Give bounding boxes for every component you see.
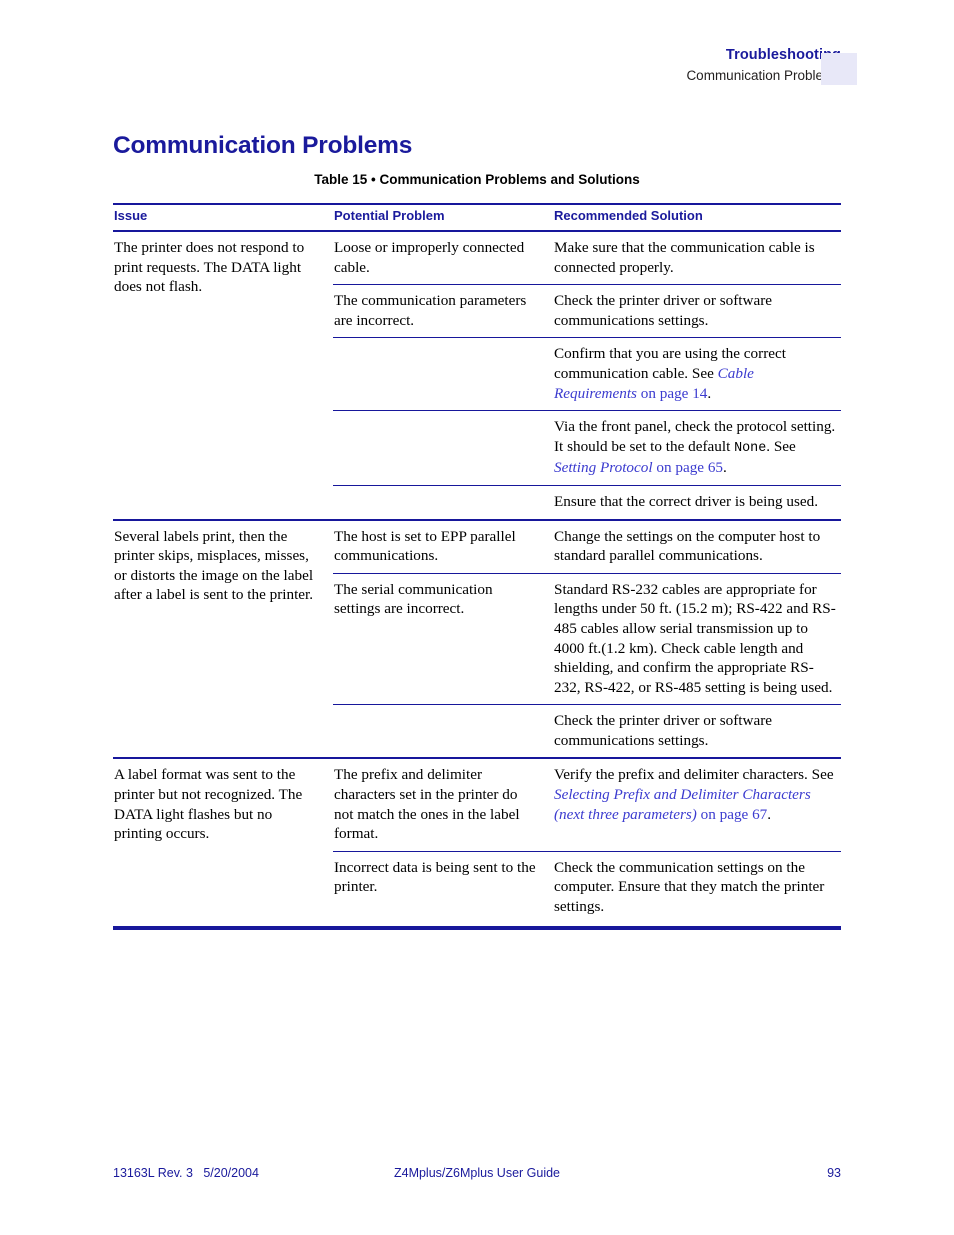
footer-guide-title: Z4Mplus/Z6Mplus User Guide xyxy=(393,1166,561,1180)
table-bottom-rule xyxy=(113,926,841,930)
cross-reference-page-link[interactable]: on page 65 xyxy=(653,459,723,476)
page-title: Communication Problems xyxy=(113,132,413,160)
cell-potential-problem: The prefix and delimiter characters set … xyxy=(333,757,553,852)
table-row: A label format was sent to the printer b… xyxy=(113,757,841,924)
cross-reference-link[interactable]: Selecting Prefix and Delimiter Character… xyxy=(554,786,811,823)
cell-potential-problem: The serial communication settings are in… xyxy=(333,572,553,705)
cell-potential-problem xyxy=(333,484,553,520)
cell-issue: The printer does not respond to print re… xyxy=(114,239,305,296)
cell-potential-problem: Loose or improperly connected cable. xyxy=(334,239,525,276)
cell-issue: A label format was sent to the printer b… xyxy=(113,757,333,924)
table-body: The printer does not respond to print re… xyxy=(113,231,841,924)
cell-potential-problem xyxy=(333,337,553,411)
header-chapter-title: Troubleshooting xyxy=(725,47,841,63)
header-section-title: Communication Problems xyxy=(686,68,841,83)
cell-recommended-solution: Make sure that the communication cable i… xyxy=(554,239,815,276)
cross-reference-page-link[interactable]: on page 14 xyxy=(637,385,708,402)
inline-code: None xyxy=(734,440,767,456)
cross-reference-link[interactable]: Setting Protocol xyxy=(554,459,653,476)
column-header-recommended-solution: Recommended Solution xyxy=(553,203,841,232)
cell-recommended-solution: Check the communication settings on the … xyxy=(553,850,841,924)
cell-recommended-solution: Check the printer driver or software com… xyxy=(553,704,841,759)
cell-recommended-solution: Confirm that you are using the correct c… xyxy=(553,337,841,411)
cell-recommended-solution: Via the front panel, check the protocol … xyxy=(553,410,841,486)
cell-potential-problem: The host is set to EPP parallel communic… xyxy=(333,518,553,574)
column-header-potential-problem: Potential Problem xyxy=(333,203,553,232)
cell-recommended-solution: Standard RS-232 cables are appropriate f… xyxy=(553,572,841,705)
table-row: Several labels print, then the printer s… xyxy=(113,518,841,759)
table-caption: Table 15 • Communication Problems and So… xyxy=(314,172,640,187)
cell-recommended-solution: Verify the prefix and delimiter characte… xyxy=(553,757,841,852)
communication-problems-table: Issue Potential Problem Recommended Solu… xyxy=(113,203,841,924)
cell-issue: Several labels print, then the printer s… xyxy=(113,518,333,759)
page-running-header: Troubleshooting Communication Problems xyxy=(113,45,841,86)
cell-potential-problem xyxy=(333,704,553,759)
cell-potential-problem: Incorrect data is being sent to the prin… xyxy=(333,850,553,924)
cell-recommended-solution: Change the settings on the computer host… xyxy=(553,518,841,574)
table-header-row: Issue Potential Problem Recommended Solu… xyxy=(113,203,841,232)
column-header-issue: Issue xyxy=(113,203,333,232)
header-thumb-tab xyxy=(821,53,857,85)
cell-recommended-solution: Ensure that the correct driver is being … xyxy=(553,484,841,520)
table-row: The printer does not respond to print re… xyxy=(113,231,841,295)
communication-problems-table-wrap: Issue Potential Problem Recommended Solu… xyxy=(113,203,841,924)
cell-potential-problem xyxy=(333,410,553,486)
cell-potential-problem: The communication parameters are incorre… xyxy=(333,284,553,338)
cross-reference-page-link[interactable]: on page 67 xyxy=(697,806,768,823)
footer-page-number: 93 xyxy=(827,1166,841,1180)
cell-recommended-solution: Check the printer driver or software com… xyxy=(553,284,841,338)
